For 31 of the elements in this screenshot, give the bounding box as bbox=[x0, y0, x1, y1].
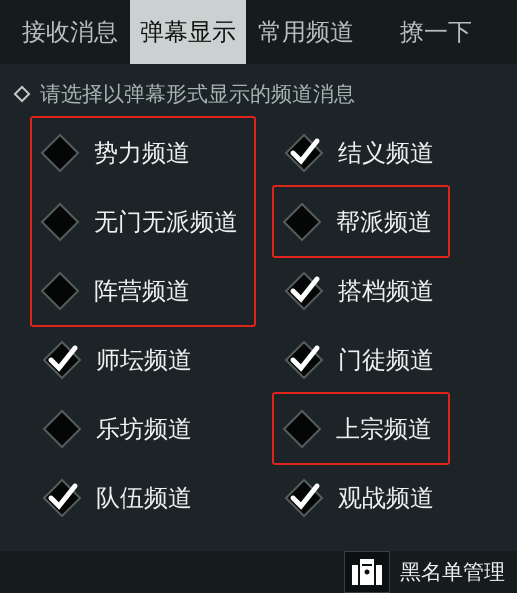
checkbox[interactable] bbox=[40, 132, 80, 172]
checkbox[interactable] bbox=[282, 202, 322, 242]
checkbox[interactable] bbox=[42, 478, 82, 518]
checkbox[interactable] bbox=[284, 270, 324, 310]
checkbox[interactable] bbox=[42, 340, 82, 380]
channel-option[interactable]: 上宗频道 bbox=[274, 394, 440, 463]
channel-option[interactable]: 势力频道 bbox=[32, 118, 198, 187]
channel-option[interactable]: 队伍频道 bbox=[34, 463, 200, 532]
tab[interactable]: 弹幕显示 bbox=[130, 0, 246, 64]
channel-option[interactable]: 师坛频道 bbox=[34, 325, 200, 394]
blacklist-button[interactable]: 黑名单管理 bbox=[344, 551, 517, 593]
checkbox[interactable] bbox=[42, 408, 82, 448]
instruction-text: 请选择以弹幕形式显示的频道消息 bbox=[40, 81, 355, 108]
channel-option[interactable]: 搭档频道 bbox=[276, 256, 442, 325]
tab[interactable]: 接收消息 bbox=[12, 0, 128, 64]
checkbox[interactable] bbox=[284, 340, 324, 380]
channel-option[interactable]: 帮派频道 bbox=[274, 187, 440, 256]
channel-option[interactable]: 观战频道 bbox=[276, 463, 442, 532]
case-icon bbox=[352, 559, 382, 585]
checkbox[interactable] bbox=[284, 478, 324, 518]
tab[interactable]: 常用频道 bbox=[248, 0, 364, 64]
tab[interactable]: 撩一下 bbox=[390, 0, 482, 64]
channel-option[interactable]: 阵营频道 bbox=[32, 256, 198, 325]
checkbox[interactable] bbox=[40, 270, 80, 310]
channel-option[interactable]: 无门无派频道 bbox=[32, 187, 246, 256]
channel-option[interactable]: 乐坊频道 bbox=[34, 394, 200, 463]
checkbox[interactable] bbox=[282, 408, 322, 448]
checkbox[interactable] bbox=[40, 202, 80, 242]
channel-option[interactable]: 结义频道 bbox=[276, 118, 442, 187]
checkbox[interactable] bbox=[284, 132, 324, 172]
channel-option[interactable]: 门徒频道 bbox=[276, 325, 442, 394]
